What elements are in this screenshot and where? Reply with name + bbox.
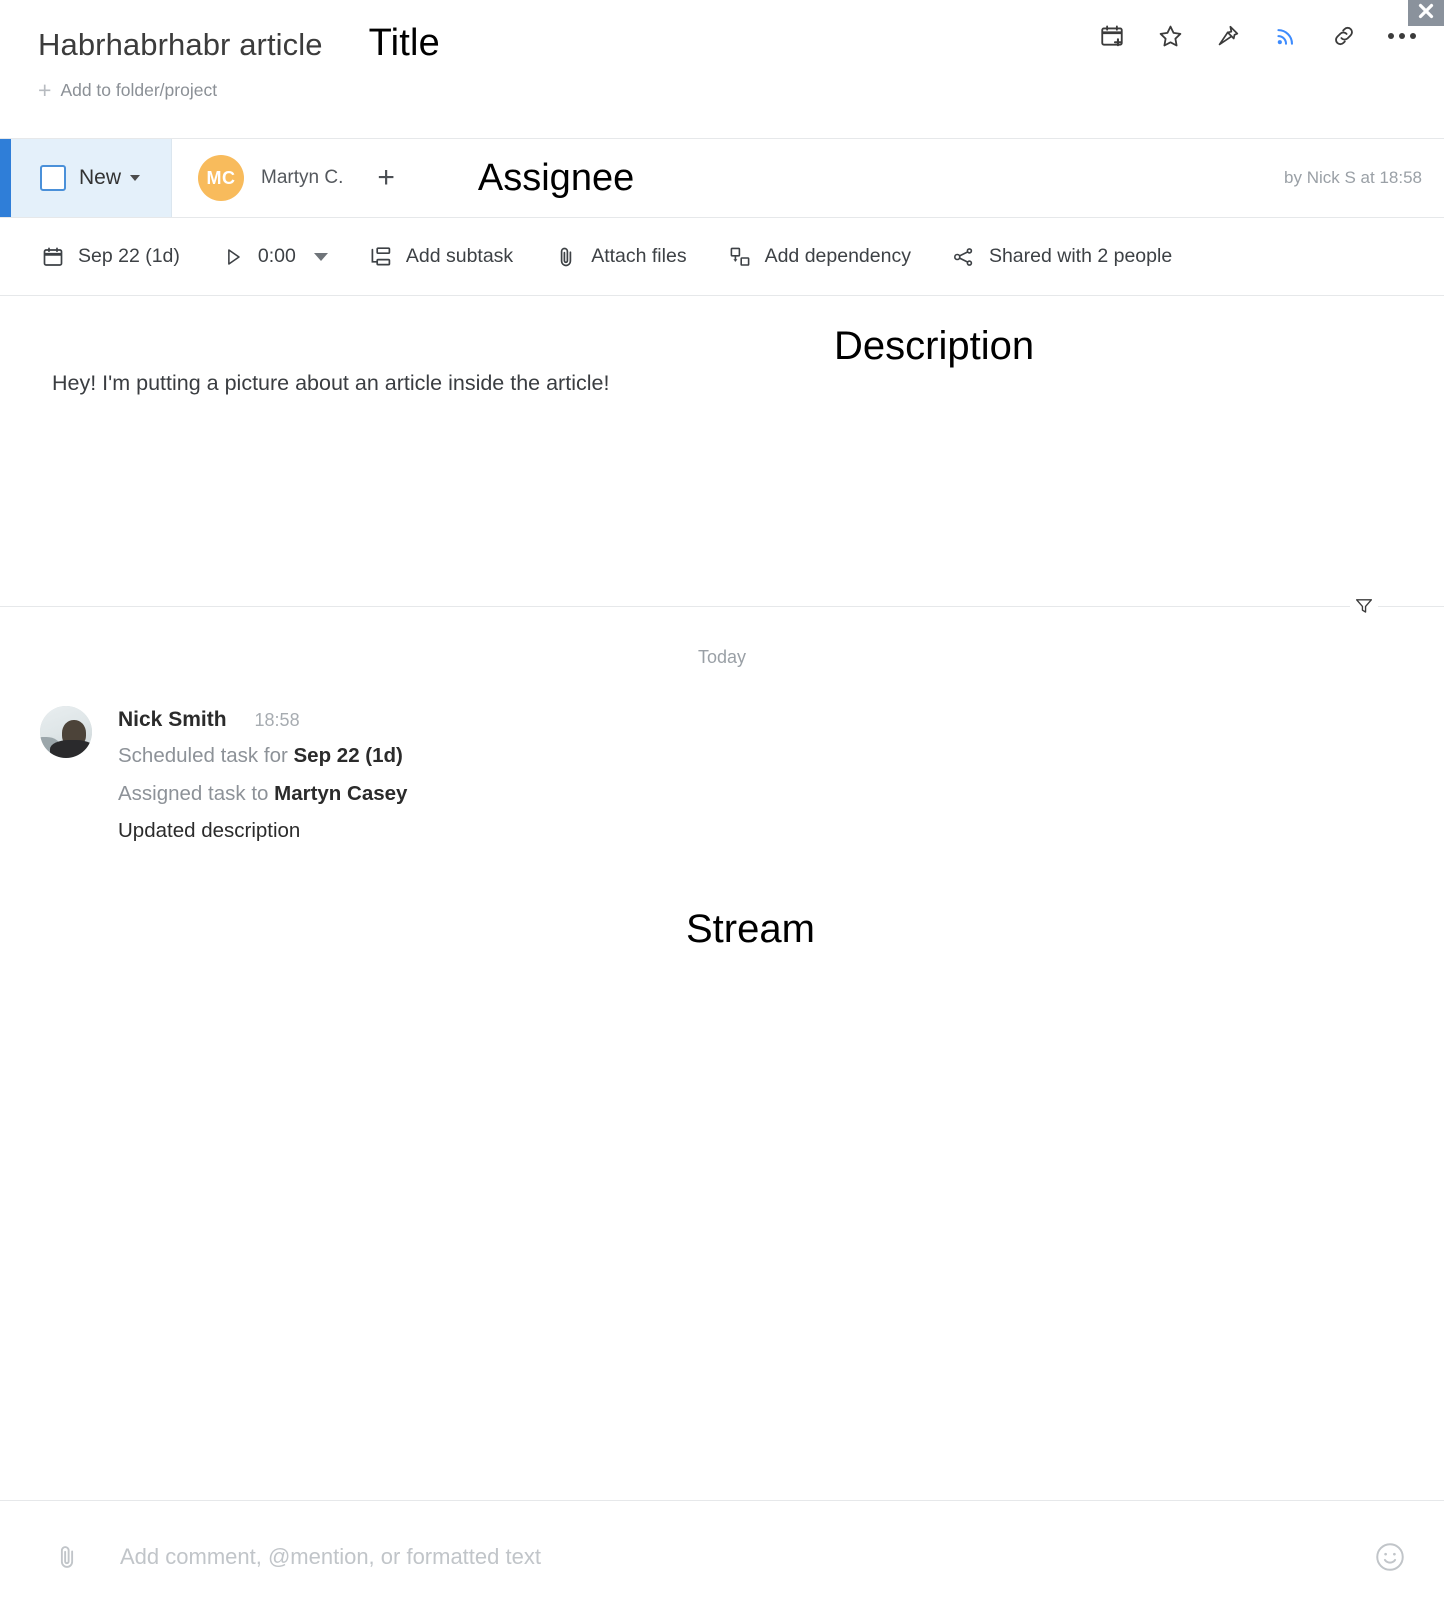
close-icon xyxy=(1418,3,1434,19)
comment-bar xyxy=(0,1500,1444,1612)
add-to-folder-label: Add to folder/project xyxy=(60,80,218,100)
assignee-area: MC Martyn C. + Assignee xyxy=(172,139,634,217)
share-button[interactable]: Shared with 2 people xyxy=(951,244,1172,270)
attach-files-button[interactable]: Attach files xyxy=(553,244,687,270)
stream-line-value: Martyn Casey xyxy=(274,781,408,805)
avatar[interactable] xyxy=(40,706,92,758)
plus-icon: + xyxy=(38,77,52,103)
timer-button[interactable]: 0:00 xyxy=(220,244,328,270)
add-assignee-button[interactable]: + xyxy=(377,163,395,193)
task-header: Habrhabrhabr article Title + Add to fold… xyxy=(0,0,1444,138)
star-icon[interactable] xyxy=(1156,22,1184,50)
annotation-stream: Stream xyxy=(686,907,815,951)
description-text[interactable]: Hey! I'm putting a picture about an arti… xyxy=(52,368,1444,398)
day-separator: Today xyxy=(697,647,747,667)
smiley-icon[interactable] xyxy=(1370,1537,1410,1577)
annotation-title: Title xyxy=(368,22,440,64)
add-dependency-label: Add dependency xyxy=(764,245,911,267)
stream-line-value: Sep 22 (1d) xyxy=(293,744,403,767)
stream-line-updated: Updated description xyxy=(118,819,301,843)
stream-entry: Nick Smith 18:58 Scheduled task for Sep … xyxy=(0,706,1444,845)
stream-line-prefix: Assigned task to xyxy=(118,781,275,805)
link-icon[interactable] xyxy=(1330,22,1358,50)
avatar[interactable]: MC xyxy=(198,155,244,201)
status-dropdown[interactable]: New xyxy=(11,139,172,217)
calendar-plus-icon[interactable] xyxy=(1098,22,1126,50)
add-to-folder-button[interactable]: + Add to folder/project xyxy=(38,79,1444,102)
paperclip-icon[interactable] xyxy=(50,1540,84,1574)
subtask-icon xyxy=(368,244,394,270)
follow-rss-icon[interactable] xyxy=(1272,22,1300,50)
add-subtask-label: Add subtask xyxy=(405,245,514,267)
stream-line-assigned: Assigned task to Martyn Casey xyxy=(118,780,407,808)
more-icon[interactable] xyxy=(1388,22,1416,50)
paperclip-icon xyxy=(553,244,579,270)
pin-icon[interactable] xyxy=(1214,22,1242,50)
stream-entry-header: Nick Smith 18:58 xyxy=(118,708,407,732)
complete-checkbox[interactable] xyxy=(40,165,66,191)
dependency-icon xyxy=(727,244,753,270)
close-window-button[interactable] xyxy=(1408,0,1444,26)
attach-files-label: Attach files xyxy=(591,245,687,267)
due-date-button[interactable]: Sep 22 (1d) xyxy=(40,244,180,270)
status-bar: New MC Martyn C. + Assignee by Nick S at… xyxy=(0,138,1444,218)
stream-line-scheduled: Scheduled task for Sep 22 (1d) xyxy=(118,742,407,770)
comment-input[interactable] xyxy=(84,1542,1370,1571)
ellipsis-dots xyxy=(1388,33,1416,39)
status-accent-bar xyxy=(0,139,11,217)
add-subtask-button[interactable]: Add subtask xyxy=(368,244,513,270)
stream-entry-body: Nick Smith 18:58 Scheduled task for Sep … xyxy=(118,706,407,845)
status-meta-text: by Nick S at 18:58 xyxy=(1284,168,1422,187)
chevron-down-icon xyxy=(130,175,141,181)
stream-author[interactable]: Nick Smith xyxy=(118,708,227,732)
description-zone[interactable]: Hey! I'm putting a picture about an arti… xyxy=(0,296,1444,568)
play-icon xyxy=(220,244,246,270)
stream-line-prefix: Scheduled task for xyxy=(118,744,294,767)
activity-stream: Today Nick Smith 18:58 Scheduled task fo… xyxy=(0,607,1444,1567)
page-title[interactable]: Habrhabrhabr article xyxy=(38,27,323,62)
timer-label: 0:00 xyxy=(257,245,296,267)
assignee-name[interactable]: Martyn C. xyxy=(261,167,343,189)
annotation-description: Description xyxy=(834,324,1035,368)
chevron-down-icon[interactable] xyxy=(313,252,328,261)
header-actions xyxy=(1098,22,1416,50)
calendar-icon xyxy=(40,244,66,270)
due-date-label: Sep 22 (1d) xyxy=(78,245,180,267)
task-toolbar: Sep 22 (1d) 0:00 Add subtask Attach file… xyxy=(0,218,1444,296)
share-label: Shared with 2 people xyxy=(988,245,1173,267)
annotation-assignee: Assignee xyxy=(477,156,635,199)
add-dependency-button[interactable]: Add dependency xyxy=(727,244,911,270)
share-icon xyxy=(951,244,977,270)
status-label: New xyxy=(79,166,122,189)
stream-timestamp: 18:58 xyxy=(254,710,300,730)
